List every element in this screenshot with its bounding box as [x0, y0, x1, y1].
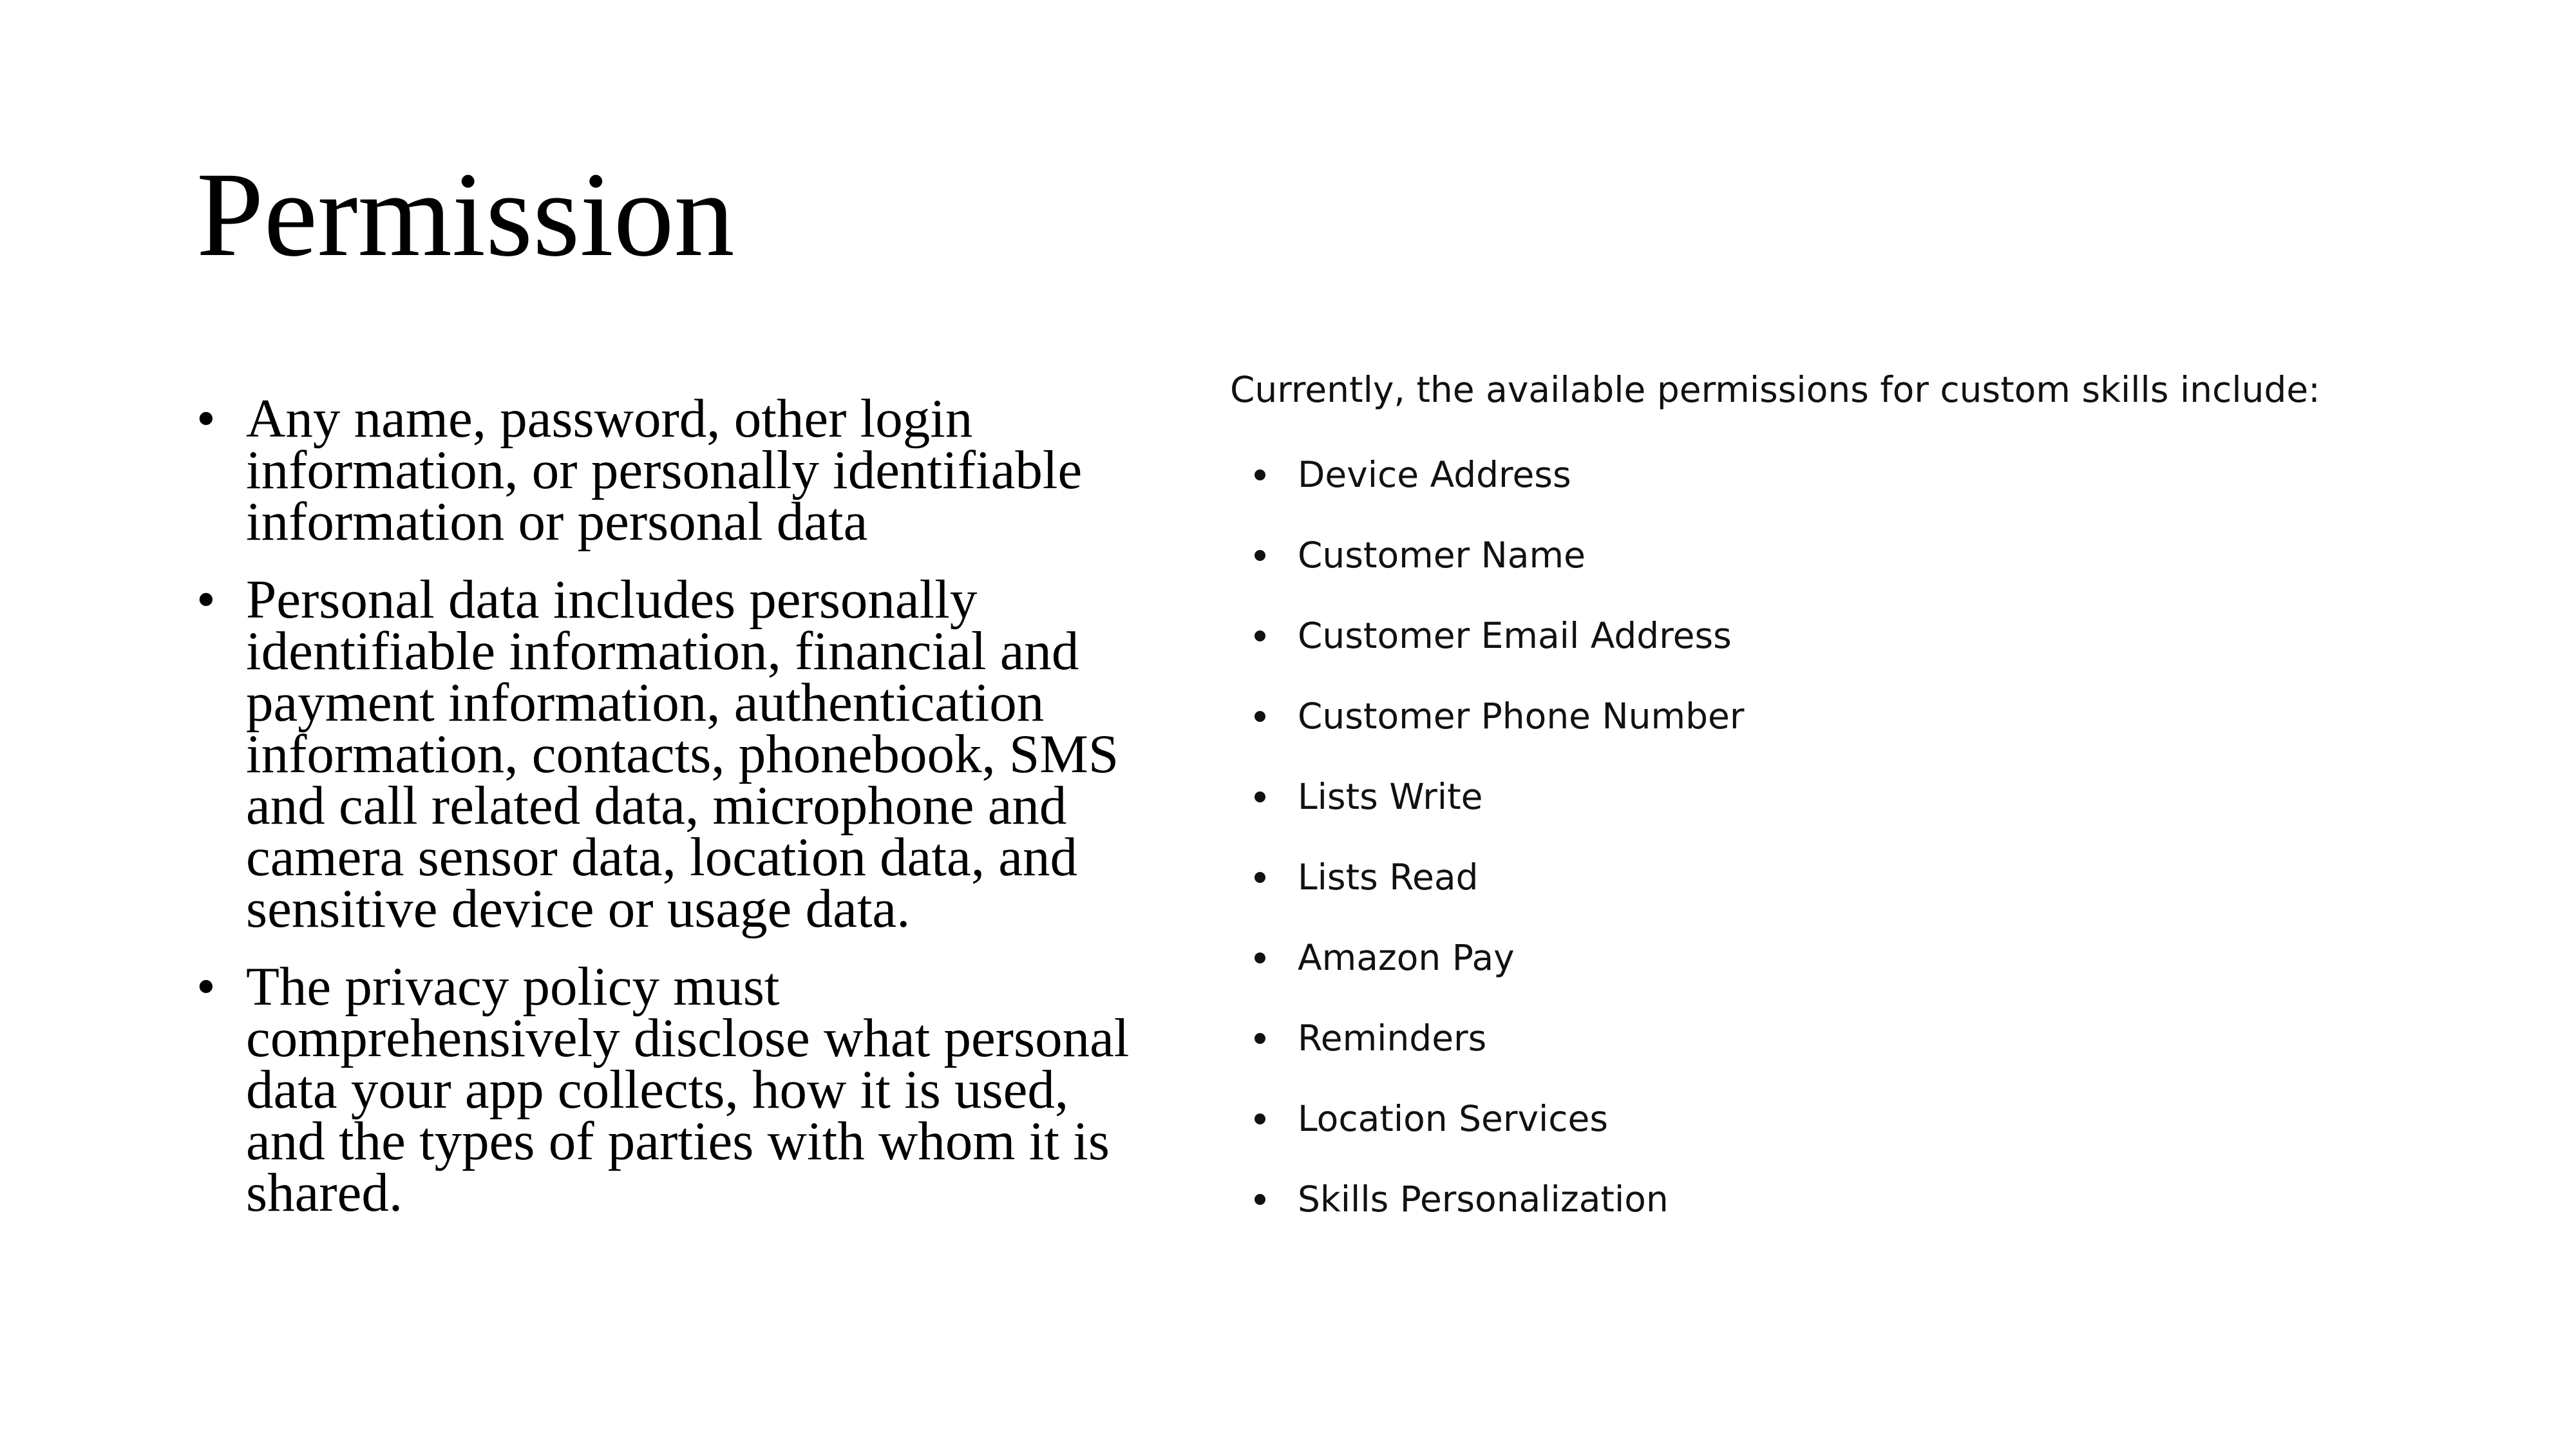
permission-item: Lists Write — [1230, 774, 2421, 855]
permission-item: Skills Personalization — [1230, 1177, 2421, 1257]
permission-label: Lists Read — [1298, 857, 1479, 898]
slide: Permission • Any name, password, other l… — [0, 0, 2576, 1449]
permission-item: Device Address — [1230, 452, 2421, 533]
permission-label: Customer Email Address — [1298, 615, 1732, 656]
bullet-dot-icon — [1255, 550, 1265, 561]
permission-item: Lists Read — [1230, 855, 2421, 935]
bullet-dot-icon — [1255, 791, 1265, 802]
slide-title: Permission — [196, 147, 735, 281]
bullet-dot-icon — [1255, 872, 1265, 883]
permission-label: Device Address — [1298, 454, 1571, 495]
permission-item: Location Services — [1230, 1096, 2421, 1177]
permission-item: Customer Phone Number — [1230, 694, 2421, 774]
permission-label: Customer Phone Number — [1298, 696, 1745, 737]
bullet-dot-icon — [1255, 1194, 1265, 1205]
bullet-dot-icon — [1255, 1033, 1265, 1044]
permission-label: Customer Name — [1298, 535, 1586, 576]
bullet-dot-icon — [1255, 1113, 1265, 1124]
bullet-dot-icon: • — [196, 569, 216, 630]
bullet-item: • The privacy policy must comprehensivel… — [196, 956, 1137, 1220]
permission-label: Skills Personalization — [1298, 1179, 1669, 1220]
permissions-intro: Currently, the available permissions for… — [1230, 369, 2320, 410]
permission-label: Lists Write — [1298, 776, 1483, 817]
bullet-dot-icon — [1255, 711, 1265, 722]
permissions-panel: Currently, the available permissions for… — [1230, 367, 2421, 1257]
bullet-list: • Any name, password, other login inform… — [196, 388, 1137, 1220]
permission-item: Reminders — [1230, 1016, 2421, 1096]
permission-label: Location Services — [1298, 1098, 1609, 1139]
permission-label: Reminders — [1298, 1018, 1487, 1059]
bullet-item: • Any name, password, other login inform… — [196, 388, 1137, 549]
permission-item: Customer Email Address — [1230, 613, 2421, 694]
bullet-text: Any name, password, other login informat… — [246, 388, 1083, 552]
bullet-dot-icon: • — [196, 388, 216, 449]
bullet-text: Personal data includes personally identi… — [246, 569, 1119, 939]
bullet-dot-icon — [1255, 469, 1265, 480]
permission-item: Customer Name — [1230, 533, 2421, 613]
bullet-dot-icon — [1255, 630, 1265, 641]
bullet-dot-icon — [1255, 952, 1265, 963]
permission-item: Amazon Pay — [1230, 935, 2421, 1016]
left-column: • Any name, password, other login inform… — [196, 388, 1137, 1245]
bullet-item: • Personal data includes personally iden… — [196, 569, 1137, 936]
permission-label: Amazon Pay — [1298, 937, 1515, 978]
permissions-list: Device Address Customer Name Customer Em… — [1230, 452, 2421, 1257]
bullet-dot-icon: • — [196, 956, 216, 1017]
bullet-text: The privacy policy must comprehensively … — [246, 956, 1130, 1223]
